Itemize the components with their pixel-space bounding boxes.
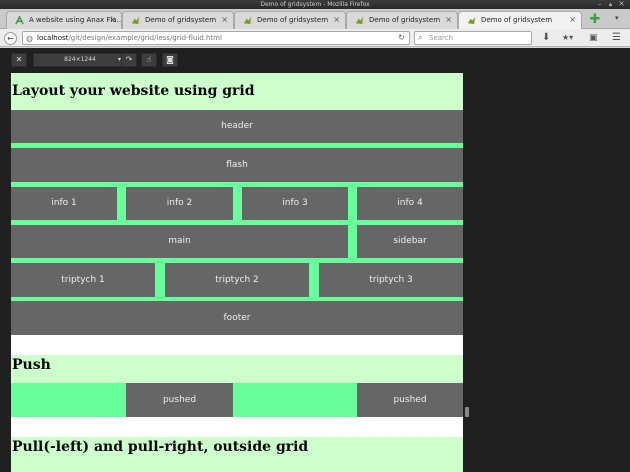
search-icon: ⌕ [418,33,423,42]
heading-layout: Layout your website using grid [11,73,463,110]
rotate-icon[interactable]: ↷ [121,53,137,67]
tab-2[interactable]: Demo of gridsystem × [122,11,234,29]
tab-label: Demo of gridsystem [481,16,553,24]
url-path: /git/design/example/grid/less/grid-fluid… [68,34,222,42]
grid-info-2: info 2 [126,187,233,220]
web-page: Layout your website using grid header fl… [11,73,463,472]
grid-info-3: info 3 [242,187,348,220]
content-viewport: ✕ 824×1244 ▾ ↷ ☝ ◙ Layout your website u… [0,48,630,472]
anax-icon [15,16,24,25]
back-arrow-icon[interactable]: ← [4,32,17,45]
gridsystem-icon [467,16,476,25]
viewport-size-value: 824×1244 [64,56,96,63]
screenshot-icon[interactable]: ◙ [162,53,178,67]
tab-label: Demo of gridsystem [257,16,329,24]
gridsystem-icon [131,16,140,25]
navigation-toolbar: ← ◍ localhost/git/design/example/grid/le… [0,29,630,47]
tab-1[interactable]: A website using Anax Fla... × [6,11,122,29]
window-title: Demo of gridsystem - Mozilla Firefox [260,1,370,8]
close-tab-icon[interactable]: × [109,12,116,28]
tab-label: Demo of gridsystem [145,16,217,24]
responsive-design-icon[interactable]: ▣ [589,32,598,44]
hamburger-menu-icon[interactable]: ☰ [612,32,621,44]
pushed-cell-2: pushed [357,383,463,417]
tab-label: A website using Anax Fla... [29,16,122,24]
grid-triptych-3: triptych 3 [319,263,463,297]
tab-label: Demo of gridsystem [369,16,441,24]
new-tab-icon[interactable]: ✚ [588,13,602,27]
url-bar[interactable]: ◍ localhost/git/design/example/grid/less… [22,31,410,45]
globe-icon: ◍ [26,34,33,43]
grid-info-4: info 4 [357,187,463,220]
search-placeholder: Search [429,34,454,42]
tab-5-active[interactable]: Demo of gridsystem × [458,11,582,29]
tab-4[interactable]: Demo of gridsystem × [346,11,458,29]
close-tab-icon[interactable]: × [445,12,452,28]
grid-triptych-1: triptych 1 [11,263,155,297]
touch-icon[interactable]: ☝ [141,53,157,67]
close-tab-icon[interactable]: × [221,12,228,28]
close-tab-icon[interactable]: × [333,12,340,28]
heading-pull: Pull(-left) and pull-right, outside grid [11,437,463,472]
search-input[interactable]: ⌕ Search [414,31,532,45]
maximize-icon[interactable]: ▴ [607,1,614,8]
close-tab-icon[interactable]: × [569,12,576,28]
bookmarks-menu-icon[interactable]: ★▾ [562,32,573,44]
tab-strip: A website using Anax Fla... × Demo of gr… [0,9,630,29]
close-window-icon[interactable]: ✕ [618,1,625,8]
resize-handle[interactable] [465,407,469,417]
window-titlebar: Demo of gridsystem - Mozilla Firefox – ▴… [0,0,630,9]
download-icon[interactable]: ⬇ [542,32,550,44]
pushed-cell-1: pushed [126,383,233,417]
grid-triptych-2: triptych 2 [165,263,309,297]
gridsystem-icon [243,16,252,25]
grid-info-1: info 1 [11,187,117,220]
grid-flash: flash [11,148,463,182]
viewport-size-select[interactable]: 824×1244 ▾ [33,53,127,67]
tab-3[interactable]: Demo of gridsystem × [234,11,346,29]
url-host: localhost [37,34,69,42]
grid-main: main [11,225,348,258]
grid-footer: footer [11,301,463,335]
grid-header: header [11,110,463,143]
grid-sidebar: sidebar [357,225,463,258]
close-responsive-icon[interactable]: ✕ [11,53,27,67]
tab-list-icon[interactable]: ▾ [615,14,619,22]
heading-push: Push [11,355,463,383]
minimize-icon[interactable]: – [596,1,603,8]
reload-icon[interactable]: ↻ [398,32,405,44]
gridsystem-icon [355,16,364,25]
